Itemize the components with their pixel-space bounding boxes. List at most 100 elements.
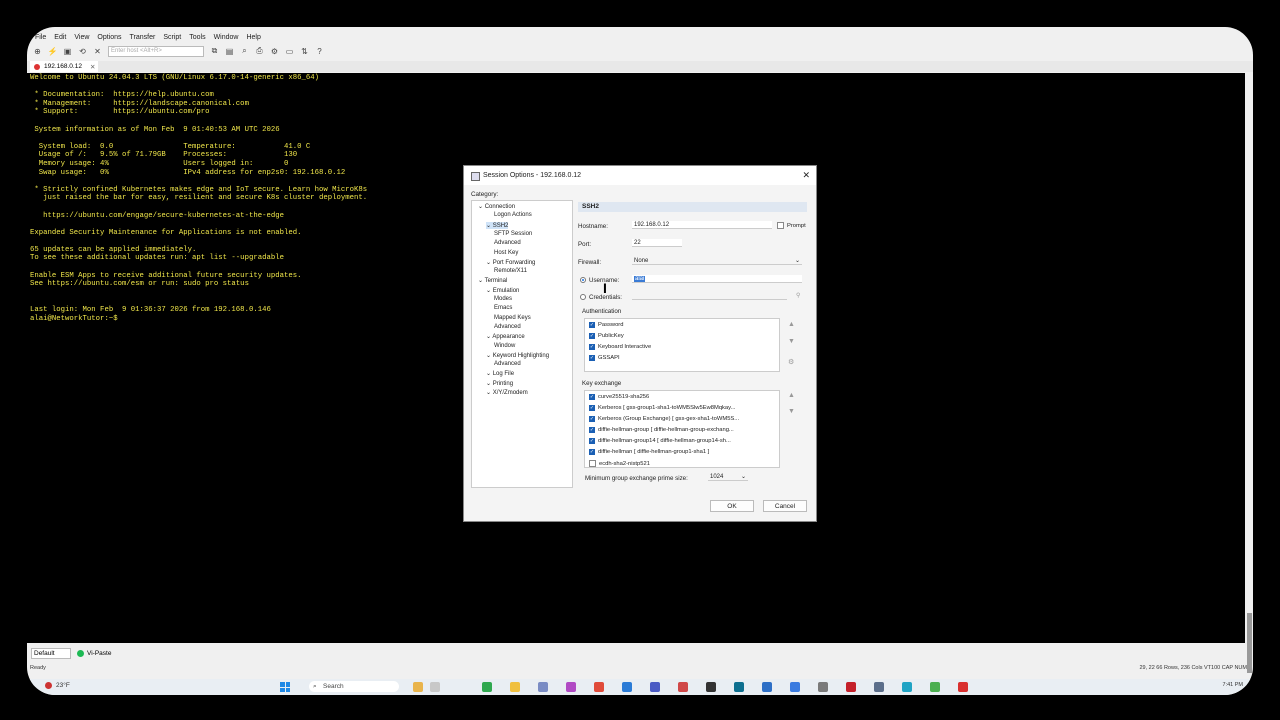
button-bar-select[interactable]: Default — [31, 648, 71, 659]
tree-item[interactable]: Modes — [494, 296, 512, 302]
task-view-icon[interactable] — [430, 682, 440, 692]
tree-item[interactable]: Advanced — [494, 240, 521, 246]
menu-window[interactable]: Window — [214, 34, 239, 41]
kex-checkbox[interactable]: ✓ diffie-hellman-group14 [ diffie-hellman… — [589, 438, 731, 444]
username-radio[interactable] — [580, 277, 586, 283]
file-explorer-icon[interactable] — [510, 682, 520, 692]
start-icon[interactable] — [280, 682, 290, 692]
auth-checkbox[interactable]: ✓ Keyboard Interactive — [589, 344, 651, 350]
menu-view[interactable]: View — [74, 34, 89, 41]
tree-item[interactable]: ⌄ Emulation — [486, 287, 519, 294]
menu-tools[interactable]: Tools — [189, 34, 205, 41]
taskbar-search[interactable]: ⌕ Search — [309, 681, 399, 692]
kex-checkbox[interactable]: ✓ diffie-hellman [ diffie-hellman-group1-… — [589, 449, 709, 455]
credentials-select[interactable] — [632, 292, 787, 300]
quick-connect-icon[interactable]: ⚡ — [48, 47, 58, 56]
teams-icon[interactable] — [650, 682, 660, 692]
taskbar-clock[interactable]: 7:41 PM — [1223, 682, 1243, 688]
app-icon-4[interactable] — [734, 682, 744, 692]
host-input[interactable]: Enter host <Alt+R> — [108, 45, 204, 57]
auth-checkbox[interactable]: ✓ Password — [589, 322, 623, 328]
connect-icon[interactable]: ⊕ — [33, 47, 42, 56]
kex-checkbox[interactable]: ✓ curve25519-sha256 — [589, 394, 649, 400]
close-tab-icon[interactable]: ✕ — [90, 63, 95, 71]
session-manager-icon[interactable]: ▣ — [63, 47, 72, 56]
move-down-icon[interactable]: ▼ — [788, 338, 795, 345]
securecrt-icon[interactable] — [706, 682, 716, 692]
acrobat-icon[interactable] — [846, 682, 856, 692]
tree-item[interactable]: Logon Actions — [494, 212, 532, 218]
app-icon-8[interactable] — [902, 682, 912, 692]
min-group-select[interactable]: 1024 ⌄ — [708, 473, 748, 481]
ok-button[interactable]: OK — [710, 500, 754, 512]
kex-checkbox[interactable]: ✓ Kerberos (Group Exchange) [ gss-gex-sha… — [589, 416, 739, 422]
kex-checkbox[interactable]: ✓ Kerberos [ gss-group1-sha1-toWM5Slw5Ew8… — [589, 405, 735, 411]
hostname-field[interactable]: 192.168.0.12 — [632, 221, 772, 229]
weather-widget[interactable]: 23°F — [45, 682, 70, 689]
tree-item[interactable]: ⌄ Terminal — [478, 277, 507, 284]
tree-item[interactable]: Mapped Keys — [494, 315, 531, 321]
paste-icon[interactable]: ▤ — [225, 47, 234, 56]
app-icon-10[interactable] — [958, 682, 968, 692]
tree-item[interactable]: Host Key — [494, 250, 518, 256]
firewall-select[interactable]: None ⌄ — [632, 257, 802, 265]
keymap-icon[interactable]: ▭ — [285, 47, 294, 56]
copy-icon[interactable]: ⧉ — [210, 46, 219, 56]
app-icon-1[interactable] — [538, 682, 548, 692]
menu-transfer[interactable]: Transfer — [130, 34, 156, 41]
app-icon-6[interactable] — [818, 682, 828, 692]
tree-item[interactable]: ⌄ Keyword Highlighting — [486, 352, 549, 359]
gear-icon[interactable]: ⚙ — [788, 358, 794, 366]
menu-file[interactable]: File — [35, 34, 46, 41]
app-icon-3[interactable] — [678, 682, 688, 692]
print-icon[interactable]: ⎙ — [255, 46, 264, 56]
settings-icon[interactable]: ⚙ — [270, 47, 279, 56]
app-icon-2[interactable] — [566, 682, 576, 692]
tree-item[interactable]: Remote/X11 — [494, 268, 527, 274]
kex-move-up-icon[interactable]: ▲ — [788, 392, 795, 399]
credentials-edit-icon[interactable]: ⚲ — [796, 292, 801, 299]
tree-item[interactable]: ⌄ Port Forwarding — [486, 259, 535, 266]
port-field[interactable]: 22 — [632, 239, 682, 247]
tab-session[interactable]: 192.168.0.12 ✕ — [30, 61, 98, 72]
username-field[interactable]: alai — [632, 275, 802, 283]
disconnect-icon[interactable]: ✕ — [93, 47, 102, 56]
tree-item[interactable]: ⌄ Printing — [486, 380, 513, 387]
kex-checkbox[interactable]: ✓ diffie-hellman-group [ diffie-hellman-g… — [589, 427, 734, 433]
reconnect-icon[interactable]: ⟲ — [78, 47, 87, 56]
tree-item[interactable]: ⌄ Log File — [486, 370, 514, 377]
credentials-radio[interactable] — [580, 294, 586, 300]
tree-item[interactable]: Window — [494, 343, 515, 349]
tree-item[interactable]: ⌄ Appearance — [486, 333, 525, 340]
sftp-icon[interactable]: ⇅ — [300, 47, 309, 56]
terminal-scrollbar[interactable] — [1245, 73, 1253, 673]
terminal-app-icon[interactable] — [482, 682, 492, 692]
tree-item[interactable]: SFTP Session — [494, 231, 532, 237]
kex-checkbox[interactable]: ecdh-sha2-nistp521 — [589, 460, 650, 467]
app-icon-5[interactable] — [762, 682, 772, 692]
menu-options[interactable]: Options — [97, 34, 121, 41]
vi-paste-button[interactable]: Vi-Paste — [77, 650, 111, 657]
auth-checkbox[interactable]: ✓ PublicKey — [589, 333, 624, 339]
kex-move-down-icon[interactable]: ▼ — [788, 408, 795, 415]
find-icon[interactable]: ⌕ — [240, 46, 249, 56]
tree-item[interactable]: Emacs — [494, 305, 512, 311]
widgets-icon[interactable] — [413, 682, 423, 692]
tree-item[interactable]: Advanced — [494, 324, 521, 330]
move-up-icon[interactable]: ▲ — [788, 321, 795, 328]
tree-item[interactable]: ⌄ X/Y/Zmodem — [486, 389, 528, 396]
help-icon[interactable]: ? — [315, 47, 324, 56]
prompt-checkbox[interactable]: Prompt — [777, 222, 806, 229]
chrome-icon[interactable] — [594, 682, 604, 692]
app-icon-9[interactable] — [930, 682, 940, 692]
menu-script[interactable]: Script — [163, 34, 181, 41]
menu-edit[interactable]: Edit — [54, 34, 66, 41]
menu-help[interactable]: Help — [246, 34, 260, 41]
app-icon-7[interactable] — [874, 682, 884, 692]
outlook-icon[interactable] — [622, 682, 632, 692]
auth-checkbox[interactable]: ✓ GSSAPI — [589, 355, 620, 361]
tree-item[interactable]: ⌄ Connection — [478, 203, 515, 210]
tree-item[interactable]: Advanced — [494, 361, 521, 367]
close-icon[interactable]: ✕ — [802, 170, 810, 181]
tree-item[interactable]: ⌄ SSH2 — [486, 221, 509, 229]
